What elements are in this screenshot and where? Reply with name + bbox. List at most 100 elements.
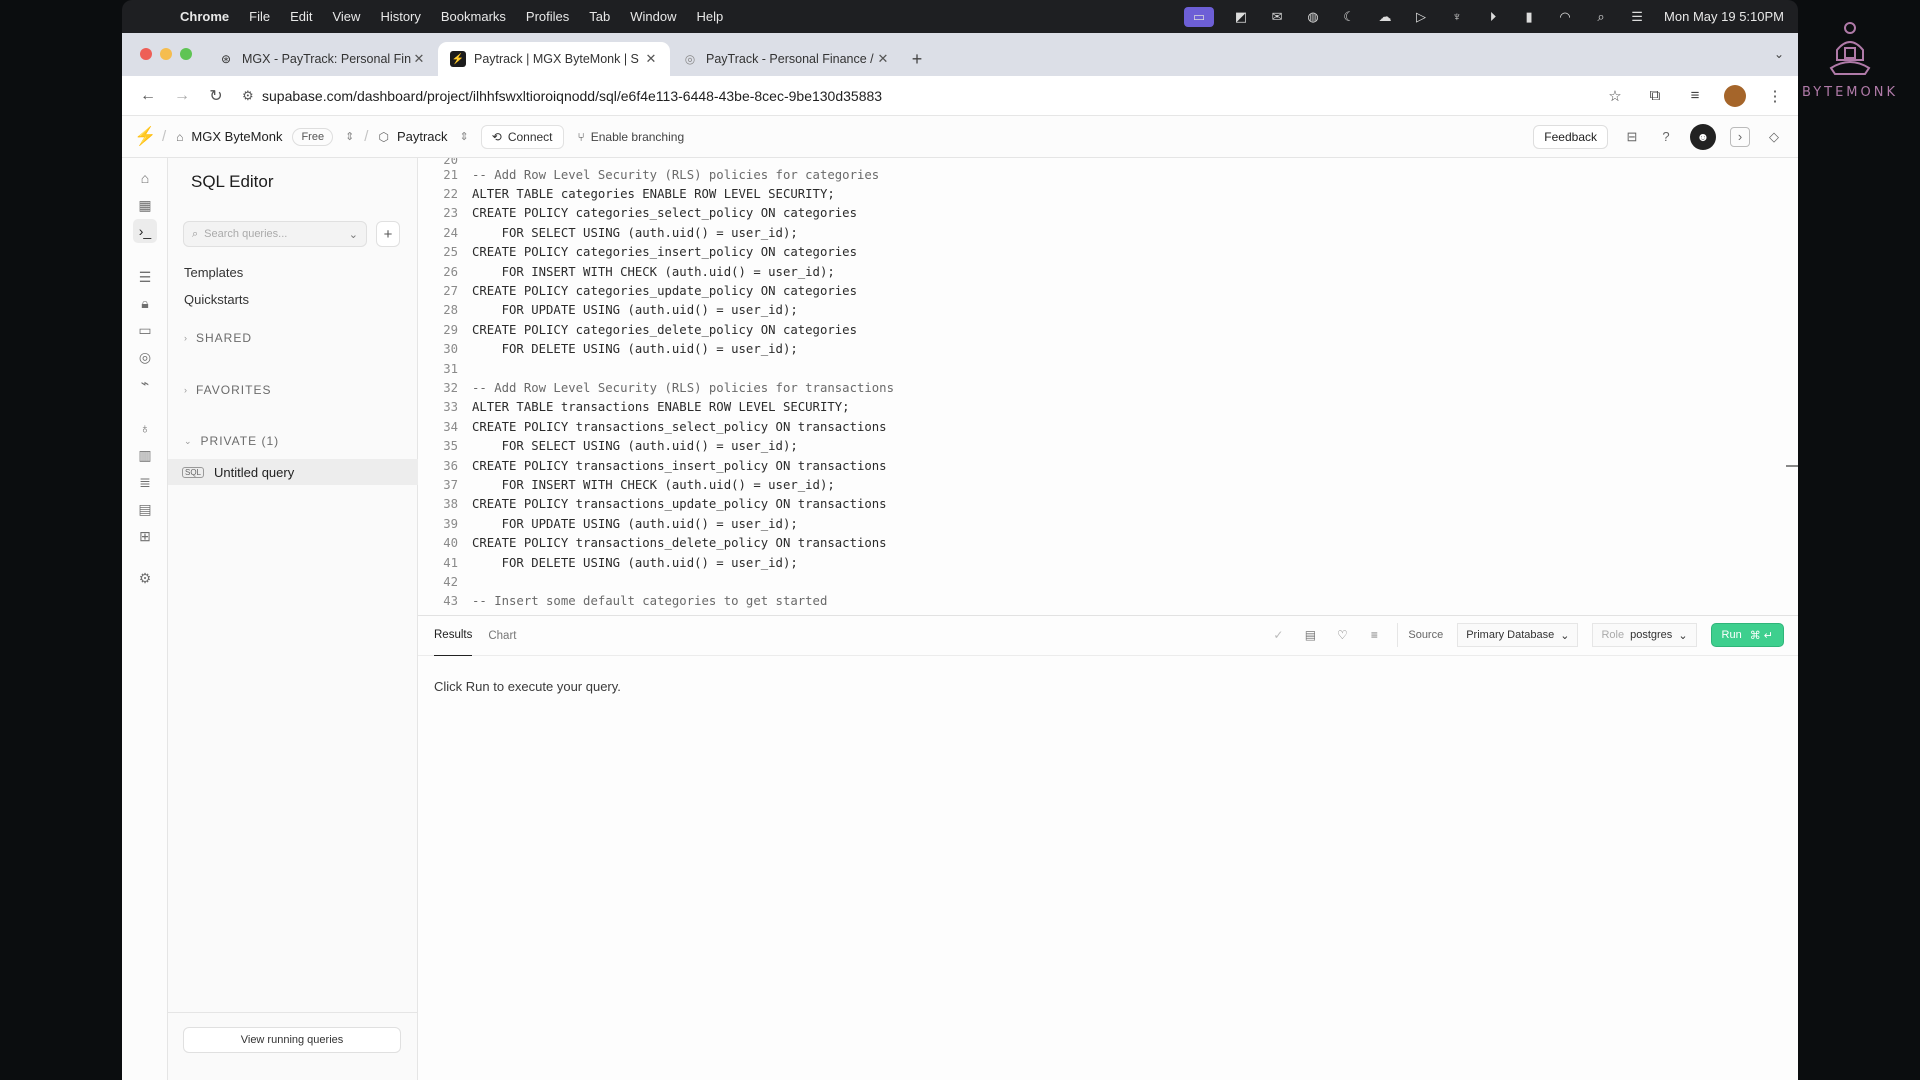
table-editor-icon[interactable]: ▦ bbox=[133, 193, 157, 217]
close-tab-icon[interactable]: ✕ bbox=[412, 51, 426, 67]
tab-chart[interactable]: Chart bbox=[488, 616, 516, 656]
project-name[interactable]: Paytrack bbox=[397, 129, 448, 144]
connect-label: Connect bbox=[507, 129, 553, 144]
edge-functions-icon[interactable]: ◎ bbox=[133, 345, 157, 369]
menu-tab[interactable]: Tab bbox=[589, 9, 610, 24]
menu-edit[interactable]: Edit bbox=[290, 9, 312, 24]
back-arrow-icon[interactable]: ← bbox=[134, 82, 162, 110]
format-lines-icon[interactable]: ≡ bbox=[1365, 626, 1383, 644]
realtime-icon[interactable]: ⌁ bbox=[133, 371, 157, 395]
org-switcher-chevron-icon[interactable]: ⇕ bbox=[345, 130, 354, 143]
minimize-window-button[interactable] bbox=[160, 48, 172, 60]
close-tab-icon[interactable]: ✕ bbox=[644, 51, 658, 67]
new-query-button[interactable]: + bbox=[376, 221, 400, 247]
close-tab-icon[interactable]: ✕ bbox=[876, 51, 890, 67]
settings-gear-icon[interactable]: ⚙ bbox=[133, 566, 157, 590]
home-icon[interactable]: ⌂ bbox=[133, 166, 157, 190]
cloud-icon[interactable]: ☁ bbox=[1376, 9, 1394, 24]
integrations-icon[interactable]: ⊞ bbox=[133, 524, 157, 548]
help-icon[interactable]: ? bbox=[1656, 127, 1676, 147]
screen-record-icon[interactable]: ▭ bbox=[1184, 6, 1215, 27]
browser-tab-supabase[interactable]: ⚡ Paytrack | MGX ByteMonk | S ✕ bbox=[438, 42, 670, 76]
advisors-lightbulb-icon[interactable]: ♁ bbox=[133, 416, 157, 440]
spotlight-search-icon[interactable]: ⌕ bbox=[1592, 9, 1610, 24]
tab-search-chevron-icon[interactable]: ⌄ bbox=[1774, 47, 1784, 61]
run-button[interactable]: Run ⌘ ↵ bbox=[1710, 623, 1784, 647]
sql-editor-icon[interactable]: ›_ bbox=[133, 219, 157, 243]
templates-link[interactable]: Templates bbox=[184, 265, 243, 280]
reports-icon[interactable]: ▥ bbox=[133, 443, 157, 467]
new-tab-button[interactable]: + bbox=[902, 42, 932, 76]
browser-tab-paytrack[interactable]: ◎ PayTrack - Personal Finance / ✕ bbox=[670, 42, 902, 76]
control-center-icon[interactable]: ☰ bbox=[1628, 9, 1646, 24]
gmail-icon[interactable]: ✉ bbox=[1268, 9, 1286, 24]
tab-results[interactable]: Results bbox=[434, 616, 473, 656]
media-controls-icon[interactable]: ≡ bbox=[1684, 85, 1706, 107]
supabase-logo-icon[interactable]: ⚡ bbox=[134, 126, 156, 147]
api-docs-icon[interactable]: ▤ bbox=[133, 497, 157, 521]
address-bar[interactable]: ⚙ supabase.com/dashboard/project/ilhhfsw… bbox=[242, 81, 1594, 111]
more-menu-icon[interactable]: ⋮ bbox=[1764, 85, 1786, 107]
section-favorites[interactable]: › FAVORITES bbox=[184, 383, 271, 397]
browser-tab-mgx[interactable]: ⊛ MGX - PayTrack: Personal Fin ✕ bbox=[206, 42, 438, 76]
database-icon[interactable]: ☰ bbox=[133, 265, 157, 289]
user-avatar[interactable]: ☻ bbox=[1690, 123, 1716, 150]
media-play-icon[interactable]: ⏵ bbox=[1484, 9, 1502, 24]
connect-button[interactable]: ⟲ Connect bbox=[480, 124, 564, 149]
favorite-heart-icon[interactable]: ♡ bbox=[1333, 626, 1351, 644]
logs-icon[interactable]: ≣ bbox=[133, 470, 157, 494]
forward-arrow-icon[interactable]: → bbox=[168, 82, 196, 110]
battery-icon[interactable]: ▮ bbox=[1520, 9, 1538, 24]
zoom-window-button[interactable] bbox=[180, 48, 192, 60]
menu-file[interactable]: File bbox=[249, 9, 270, 24]
project-switcher-chevron-icon[interactable]: ⇕ bbox=[460, 130, 469, 143]
section-private[interactable]: ⌄ PRIVATE (1) bbox=[184, 434, 279, 448]
branching-label: Enable branching bbox=[590, 129, 685, 144]
sql-code-editor[interactable]: 20 21 -- Add Row Level Security (RLS) pol… bbox=[418, 158, 1798, 615]
menu-bar-clock[interactable]: Mon May 19 5:10PM bbox=[1664, 9, 1784, 24]
wifi-icon[interactable]: ◠ bbox=[1556, 9, 1574, 24]
terminal-icon[interactable]: › bbox=[1730, 126, 1750, 147]
play-icon[interactable]: ▷ bbox=[1412, 9, 1430, 24]
menu-bookmarks[interactable]: Bookmarks bbox=[441, 9, 506, 24]
view-running-queries-button[interactable]: View running queries bbox=[183, 1027, 401, 1053]
profile-avatar[interactable] bbox=[1724, 84, 1746, 107]
figure-icon[interactable]: ♆ bbox=[1448, 9, 1466, 24]
storage-icon[interactable]: ▭ bbox=[133, 318, 157, 342]
enable-branching-button[interactable]: ⑂ Enable branching bbox=[578, 130, 685, 144]
explain-icon[interactable]: ▤ bbox=[1301, 626, 1319, 644]
code-text: -- Insert some default categories to get… bbox=[472, 594, 828, 609]
close-window-button[interactable] bbox=[140, 48, 152, 60]
section-shared[interactable]: › SHARED bbox=[184, 331, 252, 345]
role-select[interactable]: Role postgres ⌄ bbox=[1592, 623, 1697, 647]
query-item-untitled[interactable]: SQL Untitled query bbox=[168, 459, 418, 485]
assistant-icon[interactable]: ◇ bbox=[1764, 127, 1784, 147]
editor-scrollbar[interactable] bbox=[1786, 465, 1798, 467]
bookmark-star-icon[interactable]: ☆ bbox=[1604, 85, 1626, 107]
menu-history[interactable]: History bbox=[380, 9, 420, 24]
code-text: CREATE POLICY categories_delete_policy O… bbox=[472, 322, 857, 337]
inbox-icon[interactable]: ⊟ bbox=[1622, 127, 1642, 147]
menu-help[interactable]: Help bbox=[697, 9, 724, 24]
feedback-button[interactable]: Feedback bbox=[1533, 124, 1608, 149]
database-select[interactable]: Primary Database ⌄ bbox=[1457, 623, 1579, 647]
filter-chevron-icon[interactable]: ⌄ bbox=[349, 228, 358, 241]
site-settings-icon[interactable]: ⚙ bbox=[242, 88, 262, 104]
role-label: Role bbox=[1601, 629, 1625, 641]
menu-window[interactable]: Window bbox=[630, 9, 676, 24]
reload-icon[interactable]: ↻ bbox=[202, 82, 230, 110]
menu-app-name[interactable]: Chrome bbox=[180, 9, 229, 24]
menu-view[interactable]: View bbox=[332, 9, 360, 24]
menu-profiles[interactable]: Profiles bbox=[526, 9, 569, 24]
check-icon[interactable]: ✓ bbox=[1269, 626, 1287, 644]
organization-name[interactable]: MGX ByteMonk bbox=[191, 129, 282, 144]
chevron-down-icon: ⌄ bbox=[1678, 629, 1688, 642]
app-a-icon[interactable]: ◩ bbox=[1232, 9, 1250, 24]
extensions-icon[interactable]: ⧉ bbox=[1644, 85, 1666, 107]
auth-lock-icon[interactable]: 🔒︎ bbox=[133, 291, 157, 315]
quickstarts-link[interactable]: Quickstarts bbox=[184, 292, 249, 307]
moon-icon[interactable]: ☾ bbox=[1340, 9, 1358, 24]
navigation-rail: ⌂ ▦ ›_ ☰ 🔒︎ ▭ ◎ ⌁ ♁ ▥ ≣ ▤ ⊞ ⚙ bbox=[122, 158, 168, 1080]
search-queries-input[interactable]: ⌕ Search queries... ⌄ bbox=[183, 221, 367, 247]
sync-icon[interactable]: ◍ bbox=[1304, 9, 1322, 24]
